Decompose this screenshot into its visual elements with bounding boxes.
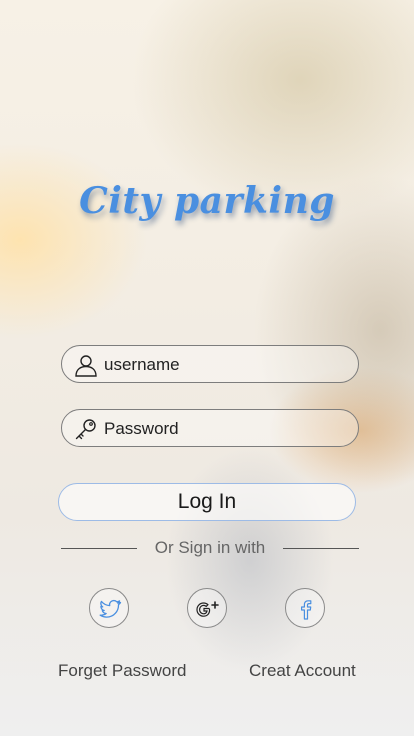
forgot-password-link[interactable]: Forget Password [58,660,187,682]
google-plus-button[interactable] [187,588,227,628]
password-field[interactable]: Password [61,409,359,447]
social-divider: Or Sign in with [61,537,359,559]
username-field[interactable]: username [61,345,359,383]
facebook-icon [301,600,312,620]
twitter-button[interactable] [89,588,129,628]
login-button[interactable]: Log In [58,483,356,521]
create-account-link[interactable]: Creat Account [249,660,356,682]
facebook-button[interactable] [285,588,325,628]
key-icon [74,417,98,441]
google-plus-icon [196,601,219,617]
app-title: City parking [79,180,335,222]
user-icon [74,353,98,377]
password-input[interactable]: Password [104,410,179,448]
divider-line-right [283,548,359,549]
twitter-icon [99,599,122,618]
username-input[interactable]: username [104,346,180,384]
